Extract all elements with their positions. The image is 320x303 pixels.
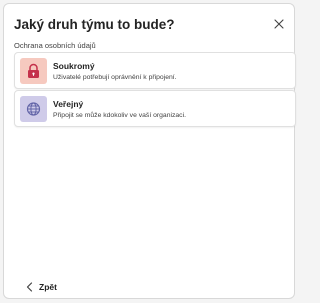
private-icon-box <box>20 58 47 84</box>
back-button[interactable]: Zpět <box>26 280 57 294</box>
private-option-description: Uživatelé potřebují oprávnění k připojen… <box>53 74 177 81</box>
private-team-option[interactable]: Soukromý Uživatelé potřebují oprávnění k… <box>14 52 296 89</box>
close-icon <box>274 19 284 29</box>
back-label: Zpět <box>39 282 57 292</box>
close-button[interactable] <box>272 17 286 31</box>
privacy-section-label: Ochrana osobních údajů <box>14 41 96 50</box>
chevron-left-icon <box>26 282 33 292</box>
public-icon-box <box>20 96 47 122</box>
globe-icon <box>26 102 41 116</box>
team-type-dialog: Jaký druh týmu to bude? Ochrana osobních… <box>3 3 296 299</box>
public-team-option[interactable]: Veřejný Připojit se může kdokoliv ve vaš… <box>14 90 296 127</box>
dialog-title: Jaký druh týmu to bude? <box>14 17 175 32</box>
private-option-title: Soukromý <box>53 61 95 71</box>
lock-icon <box>28 63 39 78</box>
public-option-description: Připojit se může kdokoliv ve vaší organi… <box>53 112 186 119</box>
public-option-title: Veřejný <box>53 99 84 109</box>
